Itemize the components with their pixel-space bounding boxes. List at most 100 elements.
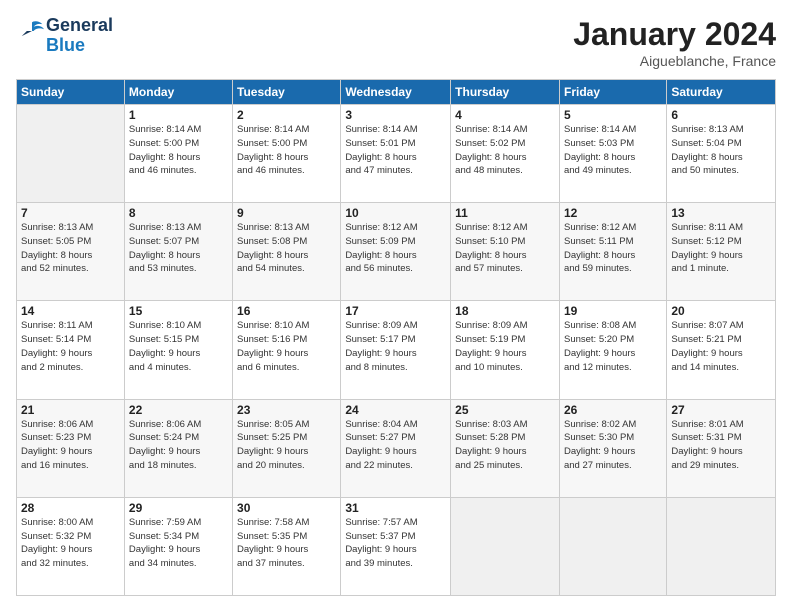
day-info-line: Daylight: 9 hours (455, 348, 526, 359)
day-info-line: Sunset: 5:34 PM (129, 531, 199, 542)
day-number: 18 (455, 304, 555, 318)
day-info-line: Sunrise: 8:14 AM (345, 124, 417, 135)
day-info-line: Sunrise: 8:00 AM (21, 517, 93, 528)
weekday-header-cell: Sunday (17, 80, 125, 105)
calendar-day-cell: 26Sunrise: 8:02 AMSunset: 5:30 PMDayligh… (559, 399, 666, 497)
day-number: 1 (129, 108, 228, 122)
day-info-line: Daylight: 9 hours (671, 250, 742, 261)
calendar-day-cell: 5Sunrise: 8:14 AMSunset: 5:03 PMDaylight… (559, 105, 666, 203)
day-info-line: Sunrise: 8:04 AM (345, 419, 417, 430)
calendar-day-cell: 14Sunrise: 8:11 AMSunset: 5:14 PMDayligh… (17, 301, 125, 399)
day-number: 8 (129, 206, 228, 220)
day-info-line: Sunrise: 8:07 AM (671, 320, 743, 331)
calendar-day-cell: 7Sunrise: 8:13 AMSunset: 5:05 PMDaylight… (17, 203, 125, 301)
day-info-line: and 8 minutes. (345, 362, 407, 373)
day-number: 7 (21, 206, 120, 220)
calendar-day-cell: 30Sunrise: 7:58 AMSunset: 5:35 PMDayligh… (233, 497, 341, 595)
day-info-line: Sunset: 5:16 PM (237, 334, 307, 345)
day-number: 6 (671, 108, 771, 122)
day-info: Sunrise: 8:05 AMSunset: 5:25 PMDaylight:… (237, 418, 336, 473)
day-info-line: Sunrise: 8:14 AM (129, 124, 201, 135)
calendar-day-cell: 18Sunrise: 8:09 AMSunset: 5:19 PMDayligh… (451, 301, 560, 399)
calendar-week-row: 7Sunrise: 8:13 AMSunset: 5:05 PMDaylight… (17, 203, 776, 301)
day-info: Sunrise: 7:58 AMSunset: 5:35 PMDaylight:… (237, 516, 336, 571)
day-info-line: Sunrise: 8:13 AM (671, 124, 743, 135)
day-info-line: and 46 minutes. (237, 165, 305, 176)
day-info-line: Sunrise: 8:10 AM (237, 320, 309, 331)
day-info: Sunrise: 8:09 AMSunset: 5:19 PMDaylight:… (455, 319, 555, 374)
day-info: Sunrise: 8:13 AMSunset: 5:07 PMDaylight:… (129, 221, 228, 276)
day-info-line: Sunset: 5:04 PM (671, 138, 741, 149)
calendar-week-row: 14Sunrise: 8:11 AMSunset: 5:14 PMDayligh… (17, 301, 776, 399)
day-info-line: and 4 minutes. (129, 362, 191, 373)
day-number: 24 (345, 403, 446, 417)
day-info-line: Sunset: 5:11 PM (564, 236, 634, 247)
calendar-week-row: 1Sunrise: 8:14 AMSunset: 5:00 PMDaylight… (17, 105, 776, 203)
day-info: Sunrise: 8:02 AM Sunset: 5:30 PM Daylight:… (564, 418, 662, 473)
day-number: 31 (345, 501, 446, 515)
calendar-day-cell: 1Sunrise: 8:14 AMSunset: 5:00 PMDaylight… (124, 105, 232, 203)
day-number: 28 (21, 501, 120, 515)
day-info-line: Sunrise: 8:06 AM (21, 419, 93, 430)
month-title: January 2024 (573, 16, 776, 53)
day-info-line: Sunset: 5:32 PM (21, 531, 91, 542)
day-info-line: Sunrise: 8:02 AM (564, 419, 636, 430)
day-info: Sunrise: 8:13 AMSunset: 5:05 PMDaylight:… (21, 221, 120, 276)
calendar-day-cell: 16Sunrise: 8:10 AMSunset: 5:16 PMDayligh… (233, 301, 341, 399)
day-info-line: Daylight: 9 hours (564, 446, 635, 457)
day-info-line: Daylight: 9 hours (564, 348, 635, 359)
day-info: Sunrise: 8:06 AMSunset: 5:24 PMDaylight:… (129, 418, 228, 473)
day-info-line: Daylight: 8 hours (345, 250, 416, 261)
day-info-line: and 53 minutes. (129, 263, 197, 274)
day-info-line: Daylight: 8 hours (21, 250, 92, 261)
day-info-line: Sunset: 5:03 PM (564, 138, 634, 149)
day-info-line: and 46 minutes. (129, 165, 197, 176)
day-number: 17 (345, 304, 446, 318)
calendar-day-cell (451, 497, 560, 595)
day-info-line: and 49 minutes. (564, 165, 632, 176)
day-info-line: and 16 minutes. (21, 460, 89, 471)
day-info-line: and 29 minutes. (671, 460, 739, 471)
day-info-line: Daylight: 8 hours (345, 152, 416, 163)
day-number: 29 (129, 501, 228, 515)
weekday-header-cell: Saturday (667, 80, 776, 105)
calendar-day-cell: 21Sunrise: 8:06 AMSunset: 5:23 PMDayligh… (17, 399, 125, 497)
day-info-line: Sunrise: 8:12 AM (455, 222, 527, 233)
day-number: 16 (237, 304, 336, 318)
calendar-day-cell: 10Sunrise: 8:12 AMSunset: 5:09 PMDayligh… (341, 203, 451, 301)
calendar-day-cell: 9Sunrise: 8:13 AMSunset: 5:08 PMDaylight… (233, 203, 341, 301)
day-info-line: and 12 minutes. (564, 362, 632, 373)
day-info: Sunrise: 8:14 AMSunset: 5:03 PMDaylight:… (564, 123, 662, 178)
day-info-line: Sunrise: 8:14 AM (237, 124, 309, 135)
weekday-header-cell: Monday (124, 80, 232, 105)
day-number: 11 (455, 206, 555, 220)
day-info: Sunrise: 8:12 AMSunset: 5:09 PMDaylight:… (345, 221, 446, 276)
day-info-line: Sunset: 5:30 PM (564, 432, 634, 443)
day-info-line: Sunset: 5:37 PM (345, 531, 415, 542)
day-info-line: Sunset: 5:23 PM (21, 432, 91, 443)
calendar-day-cell: 29Sunrise: 7:59 AMSunset: 5:34 PMDayligh… (124, 497, 232, 595)
day-info: Sunrise: 8:10 AMSunset: 5:16 PMDaylight:… (237, 319, 336, 374)
calendar-week-row: 21 Sunrise: 8:06 AM Sunset: 5:23 PM Dayligh… (17, 399, 776, 497)
day-number: 15 (129, 304, 228, 318)
day-info-line: and 47 minutes. (345, 165, 413, 176)
day-info-line: and 25 minutes. (455, 460, 523, 471)
day-info: Sunrise: 8:09 AMSunset: 5:17 PMDaylight:… (345, 319, 446, 374)
day-info-line: Daylight: 8 hours (129, 250, 200, 261)
day-info-line: Sunrise: 8:03 AM (455, 419, 527, 430)
day-info-line: Daylight: 8 hours (237, 250, 308, 261)
calendar-day-cell: 24Sunrise: 8:04 AMSunset: 5:27 PMDayligh… (341, 399, 451, 497)
weekday-header-row: SundayMondayTuesdayWednesdayThursdayFrid… (17, 80, 776, 105)
day-info-line: Sunset: 5:05 PM (21, 236, 91, 247)
calendar-day-cell: 4Sunrise: 8:14 AMSunset: 5:02 PMDaylight… (451, 105, 560, 203)
day-info-line: Daylight: 8 hours (455, 250, 526, 261)
day-info-line: Sunset: 5:02 PM (455, 138, 525, 149)
day-info-line: Daylight: 9 hours (129, 544, 200, 555)
day-number: 21 (21, 403, 120, 417)
day-info-line: Sunset: 5:10 PM (455, 236, 525, 247)
day-info-line: Sunset: 5:28 PM (455, 432, 525, 443)
logo-icon (18, 19, 46, 43)
day-info-line: Sunrise: 8:14 AM (564, 124, 636, 135)
day-info-line: Sunset: 5:15 PM (129, 334, 199, 345)
day-number: 19 (564, 304, 662, 318)
